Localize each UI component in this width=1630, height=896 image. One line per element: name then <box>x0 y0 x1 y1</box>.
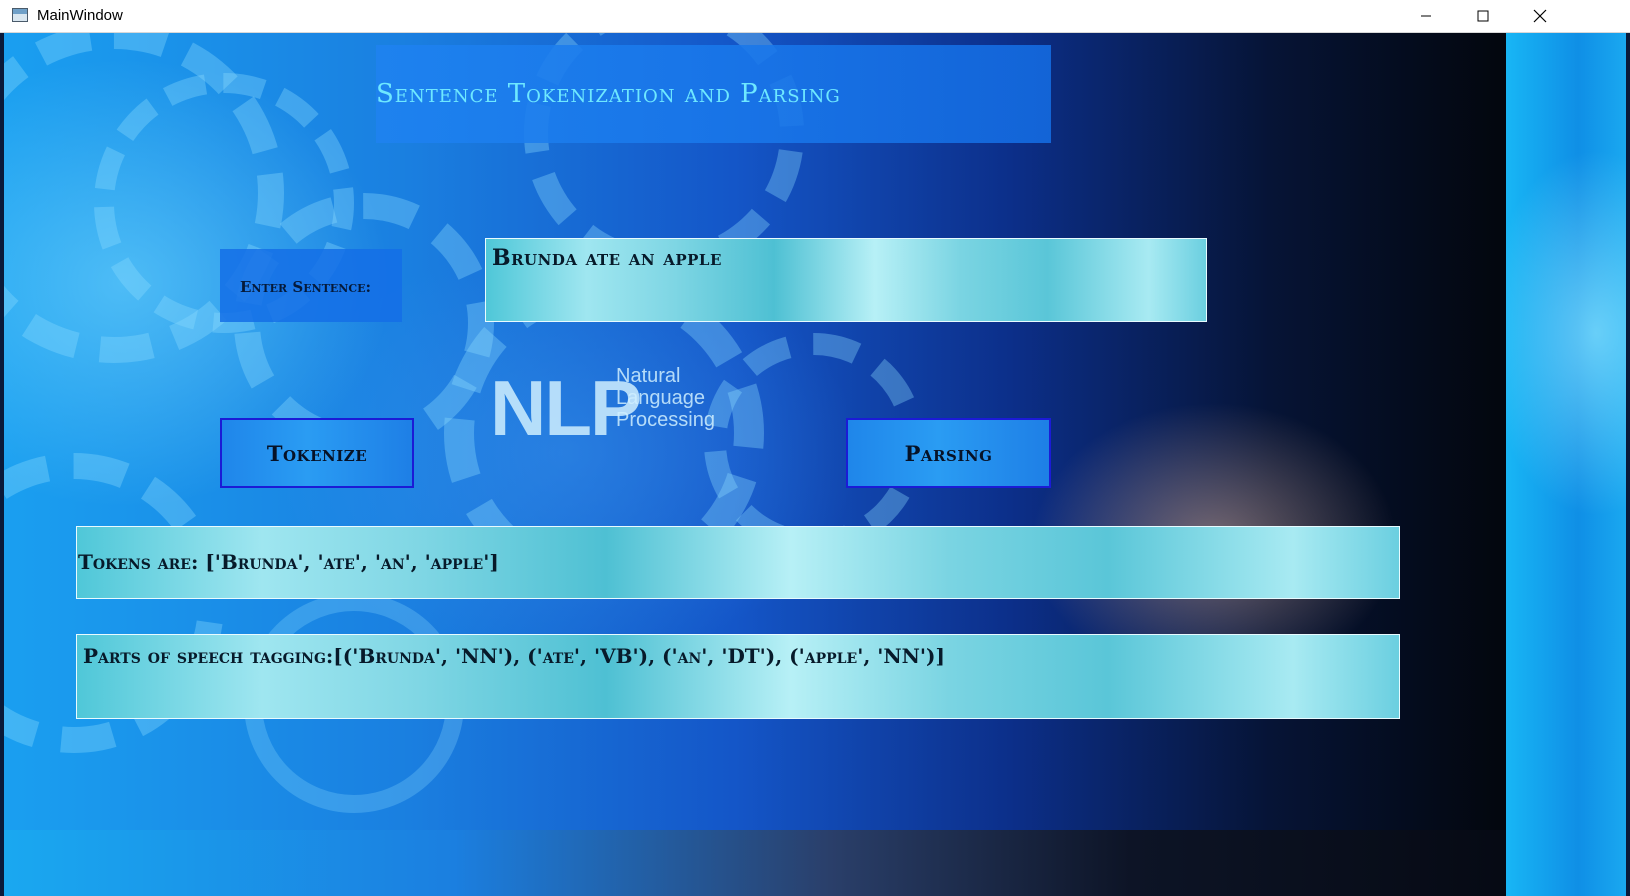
sentence-input[interactable]: Brunda ate an apple <box>485 238 1207 322</box>
close-icon <box>1533 9 1546 23</box>
maximize-button[interactable] <box>1455 0 1510 32</box>
maximize-icon <box>1477 10 1488 22</box>
app-icon <box>12 8 28 22</box>
nlp-logo-line: Natural <box>616 365 681 387</box>
nlp-logo-subtitle: Natural Language Processing <box>616 365 715 431</box>
minimize-icon <box>1420 15 1431 17</box>
main-window-client: NLP Natural Language Processing Sentence… <box>4 33 1626 896</box>
parsing-button[interactable]: Parsing <box>846 418 1051 488</box>
window-title: MainWindow <box>37 7 123 24</box>
nlp-logo: NLP Natural Language Processing <box>490 363 715 454</box>
tokenize-button[interactable]: Tokenize <box>220 418 414 488</box>
sentence-label: Enter Sentence: <box>240 278 371 296</box>
page-title: Sentence Tokenization and Parsing <box>376 79 841 109</box>
window-titlebar: MainWindow <box>0 0 1630 33</box>
close-button[interactable] <box>1512 0 1567 32</box>
nlp-logo-line: Language <box>616 387 705 409</box>
minimize-button[interactable] <box>1398 0 1453 32</box>
tokens-output: Tokens are: ['Brunda', 'ate', 'an', 'app… <box>76 526 1400 599</box>
nlp-logo-line: Processing <box>616 409 715 431</box>
pos-tagging-output: Parts of speech tagging:[('Brunda', 'NN'… <box>76 634 1400 719</box>
background-strip-right <box>1506 33 1626 896</box>
